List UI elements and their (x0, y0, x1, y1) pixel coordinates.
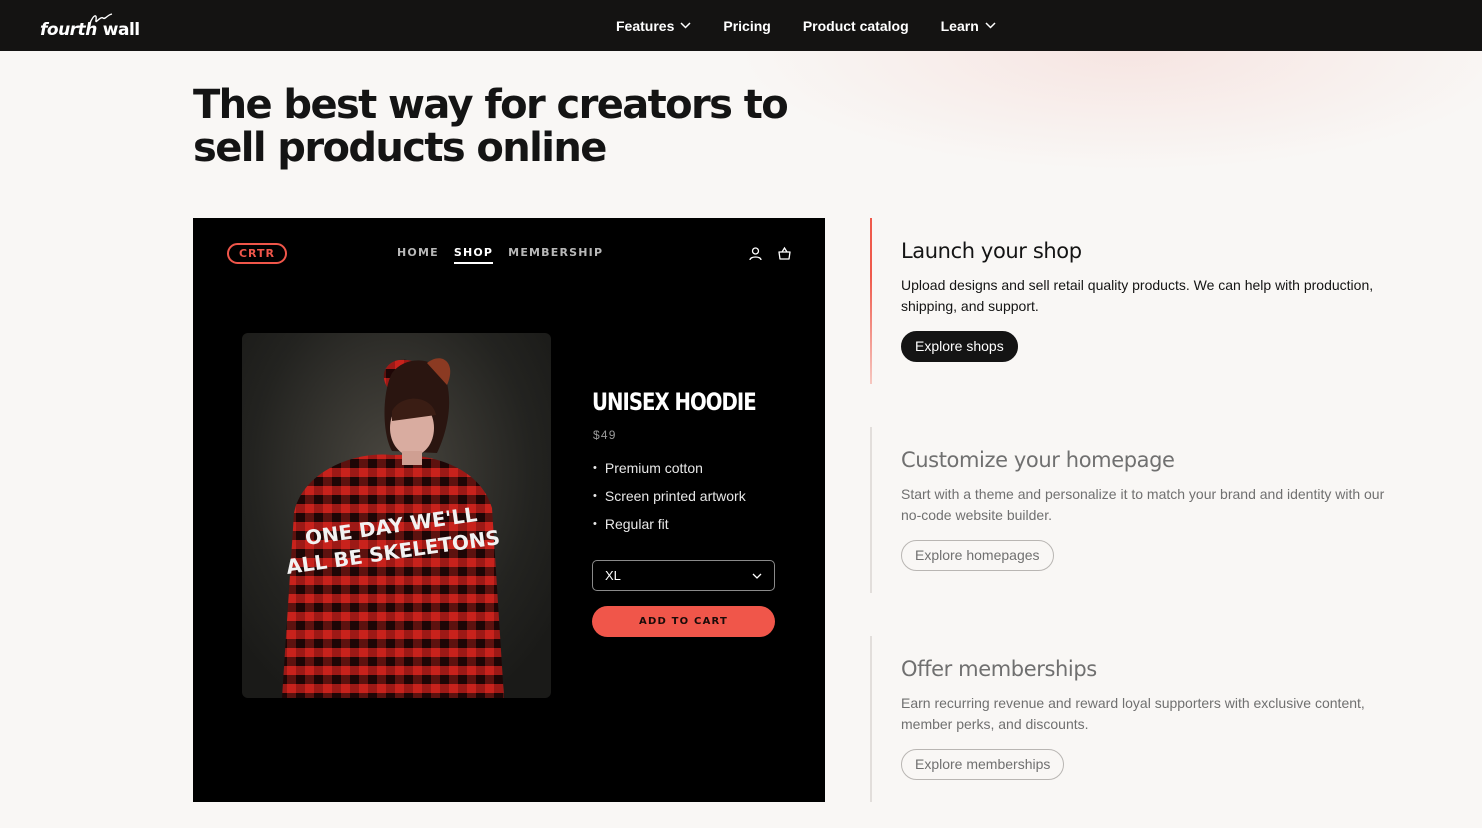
nav-learn[interactable]: Learn (941, 18, 996, 34)
chevron-down-icon (752, 573, 762, 579)
feature-description: Start with a theme and personalize it to… (901, 486, 1385, 523)
headline-line-2: sell products online (193, 125, 607, 171)
chevron-down-icon (985, 22, 996, 29)
product-features: Premium cotton Screen printed artwork Re… (593, 460, 746, 544)
feature-description: Earn recurring revenue and reward loyal … (901, 695, 1365, 732)
feature-block-launch-shop[interactable]: Launch your shop Upload designs and sell… (870, 218, 1410, 384)
progress-bar (870, 427, 872, 593)
nav-pricing[interactable]: Pricing (723, 18, 770, 34)
fourthwall-logo[interactable]: fourth wall (40, 13, 140, 40)
explore-memberships-button[interactable]: Explore memberships (901, 749, 1065, 780)
nav-product-catalog[interactable]: Product catalog (803, 18, 909, 34)
preview-logo[interactable]: CRTR (227, 243, 287, 264)
feature-title: Customize your homepage (901, 448, 1175, 472)
preview-nav-home[interactable]: HOME (397, 246, 439, 264)
preview-icons (748, 246, 792, 261)
progress-bar (870, 636, 872, 802)
feature-item: Regular fit (593, 516, 746, 544)
hero-headline: The best way for creators to sell produc… (193, 84, 813, 170)
preview-nav-membership[interactable]: MEMBERSHIP (508, 246, 603, 264)
explore-homepages-button[interactable]: Explore homepages (901, 540, 1054, 571)
user-icon[interactable] (748, 246, 763, 261)
feature-item: Premium cotton (593, 460, 746, 488)
logo-signature-icon (89, 13, 113, 24)
explore-shops-button[interactable]: Explore shops (901, 331, 1018, 362)
progress-bar (870, 218, 872, 384)
headline-line-1: The best way for creators to (193, 82, 789, 128)
product-price: $49 (593, 428, 617, 442)
top-nav: fourth wall Features Pricing Product cat… (0, 0, 1482, 51)
model-in-plaid-hoodie-image: ONE DAY WE'LL ALL BE SKELETONS (282, 358, 504, 698)
main-nav: Features Pricing Product catalog Learn (616, 0, 996, 51)
shopping-basket-icon[interactable] (777, 246, 792, 261)
product-photo: ONE DAY WE'LL ALL BE SKELETONS (242, 333, 551, 698)
feature-block-offer-memberships[interactable]: Offer memberships Earn recurring revenue… (870, 636, 1410, 802)
feature-title: Launch your shop (901, 239, 1082, 263)
preview-nav-shop[interactable]: SHOP (453, 246, 494, 264)
add-to-cart-button[interactable]: ADD TO CART (592, 606, 775, 637)
nav-catalog-label: Product catalog (802, 17, 909, 34)
nav-learn-label: Learn (940, 17, 979, 34)
preview-nav: HOME SHOP MEMBERSHIP (397, 246, 603, 264)
feature-description: Upload designs and sell retail quality p… (901, 277, 1374, 314)
nav-pricing-label: Pricing (723, 17, 771, 34)
size-select[interactable]: XL (592, 560, 775, 591)
nav-features-label: Features (616, 17, 675, 34)
feature-block-customize-homepage[interactable]: Customize your homepage Start with a the… (870, 427, 1410, 593)
size-select-value: XL (605, 568, 621, 583)
product-title: UNISEX HOODIE (592, 388, 757, 416)
chevron-down-icon (680, 22, 691, 29)
feature-title: Offer memberships (901, 657, 1097, 681)
nav-features[interactable]: Features (616, 18, 691, 34)
feature-item: Screen printed artwork (593, 488, 746, 516)
shop-preview: CRTR HOME SHOP MEMBERSHIP ONE DAY WE'LL … (193, 218, 825, 802)
